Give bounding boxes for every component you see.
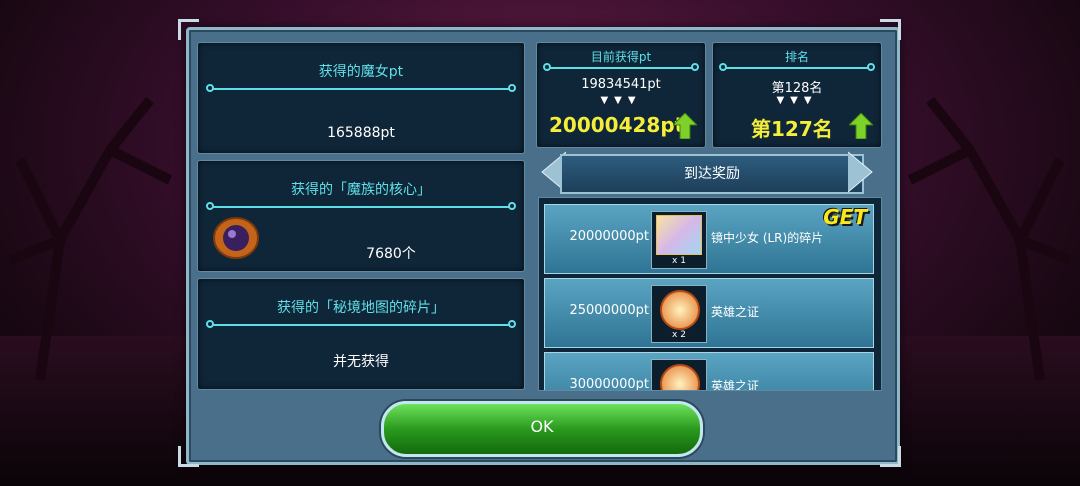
reward-name: 英雄之证 bbox=[711, 379, 760, 391]
divider bbox=[206, 202, 516, 210]
rank-arrows: ▼▼▼ bbox=[776, 95, 818, 106]
witch-pt-title: 获得的魔女pt bbox=[318, 64, 404, 80]
rank-title: 排名 bbox=[784, 50, 809, 64]
right-tree-decoration bbox=[907, 96, 1072, 380]
left-tree-decoration bbox=[8, 96, 173, 380]
current-pt-box: 目前获得pt 19834541pt ▼▼▼ 20000428pt bbox=[536, 42, 706, 148]
map-fragment-box: 获得的「秘境地图的碎片」 并无获得 bbox=[197, 278, 525, 390]
reward-points: 20000000pt bbox=[569, 229, 649, 244]
rewards-header: 到达奖励 bbox=[560, 154, 864, 194]
demon-core-value: 7680个 bbox=[366, 246, 416, 262]
panel-corner bbox=[178, 446, 199, 467]
reward-points: 30000000pt bbox=[569, 377, 649, 391]
reward-row[interactable]: 20000000pt x 1 镜中少女 (LR)的碎片 GET bbox=[544, 204, 874, 274]
panel-corner bbox=[178, 19, 199, 40]
reward-quantity: x 2 bbox=[672, 330, 686, 340]
panel-corner bbox=[880, 446, 901, 467]
current-pt-arrows: ▼▼▼ bbox=[600, 95, 642, 106]
reward-quantity: x 1 bbox=[672, 256, 686, 266]
rewards-list[interactable]: 20000000pt x 1 镜中少女 (LR)的碎片 GET 25000000… bbox=[538, 197, 882, 391]
get-badge: GET bbox=[823, 205, 867, 229]
divider bbox=[719, 63, 875, 71]
map-fragment-title: 获得的「秘境地图的碎片」 bbox=[277, 300, 445, 316]
divider bbox=[543, 63, 699, 71]
witch-pt-value: 165888pt bbox=[327, 125, 395, 141]
demon-core-title: 获得的「魔族的核心」 bbox=[291, 182, 431, 198]
reward-row[interactable]: 25000000pt x 2 英雄之证 bbox=[544, 278, 874, 348]
rank-box: 排名 第128名 ▼▼▼ 第127名 bbox=[712, 42, 882, 148]
witch-pt-box: 获得的魔女pt 165888pt bbox=[197, 42, 525, 154]
reward-name: 英雄之证 bbox=[711, 305, 760, 319]
reward-points: 25000000pt bbox=[569, 303, 649, 318]
panel-corner bbox=[880, 19, 901, 40]
map-fragment-value: 并无获得 bbox=[333, 354, 389, 370]
ok-button[interactable]: OK bbox=[381, 401, 703, 457]
reward-row[interactable]: 30000000pt 英雄之证 bbox=[544, 352, 874, 391]
current-pt-title: 目前获得pt bbox=[590, 50, 652, 64]
current-pt-new: 20000428pt bbox=[549, 113, 685, 137]
hero-proof-icon: x 2 bbox=[651, 285, 707, 343]
header-right-ornament bbox=[848, 151, 873, 193]
reward-name: 镜中少女 (LR)的碎片 bbox=[711, 231, 824, 245]
demon-core-icon bbox=[213, 217, 259, 259]
rank-old: 第128名 bbox=[771, 81, 823, 96]
up-arrow-icon bbox=[673, 113, 697, 139]
hero-proof-icon bbox=[651, 359, 707, 390]
reward-card-icon: x 1 bbox=[651, 211, 707, 269]
divider bbox=[206, 84, 516, 92]
divider bbox=[206, 320, 516, 328]
rank-new: 第127名 bbox=[751, 117, 833, 141]
up-arrow-icon bbox=[849, 113, 873, 139]
current-pt-old: 19834541pt bbox=[581, 77, 661, 92]
